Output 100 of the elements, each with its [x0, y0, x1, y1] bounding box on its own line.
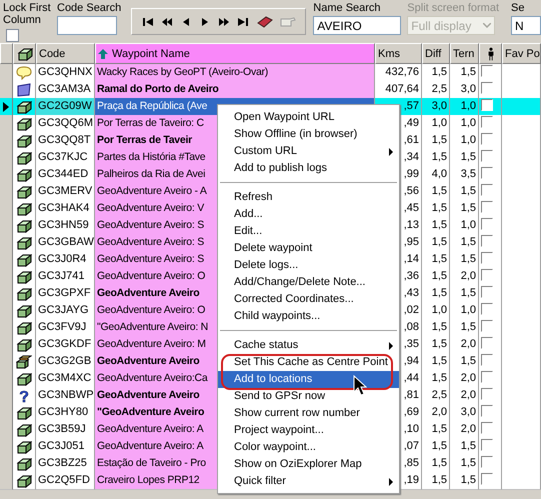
column-header[interactable]: Code [36, 43, 95, 64]
box-icon [16, 202, 32, 216]
last-icon[interactable] [237, 16, 250, 26]
code-search-label: Code Search [57, 2, 122, 14]
table-cell: 3,0 [450, 81, 479, 99]
submenu-arrow-icon [389, 148, 393, 156]
table-cell: 3,5 [450, 166, 479, 184]
box-icon [16, 236, 32, 250]
table-cell: GC3GKDF [36, 336, 95, 354]
submenu-arrow-icon [389, 478, 393, 486]
table-cell: 3,0 [450, 404, 479, 422]
table-cell: 3,0 [422, 98, 450, 116]
box-icon [16, 270, 32, 284]
box-icon [16, 440, 32, 454]
pointing-hand-icon[interactable] [280, 16, 296, 28]
box-icon [16, 168, 32, 182]
table-cell: 1,5 [422, 251, 450, 269]
table-cell: 1,0 [422, 115, 450, 133]
table-cell: GC3GPXF [36, 285, 95, 303]
column-header[interactable]: Tern [450, 43, 479, 64]
table-cell: GC3B59J [36, 421, 95, 439]
column-header[interactable]: Fav Po [502, 43, 541, 64]
table-cell: 2,0 [450, 421, 479, 439]
lock-column-checkbox[interactable] [6, 29, 19, 42]
table-cell: GC3G2GB [36, 353, 95, 371]
box-icon [16, 150, 32, 164]
table-cell: 2,5 [422, 387, 450, 405]
input-field[interactable]: N [511, 16, 541, 35]
table-cell: 1,5 [422, 132, 450, 150]
table-cell: GC3J741 [36, 268, 95, 286]
table-cell: 1,5 [422, 353, 450, 371]
table-cell: Wacky Races by GeoPT (Aveiro-Ovar) [95, 64, 375, 82]
table-cell: GC3J0R4 [36, 251, 95, 269]
table-cell: GC3QHNX [36, 64, 95, 82]
table-cell: 407,64 [375, 81, 422, 99]
box-icon [16, 134, 32, 148]
table-cell: 1,5 [422, 183, 450, 201]
fast-forward-icon[interactable] [218, 16, 230, 26]
field-label: Se [511, 2, 526, 14]
header-cell[interactable] [479, 43, 502, 64]
lock-column-label: Lock First Column [3, 2, 52, 26]
table-cell: GC3HY80 [36, 404, 95, 422]
table-cell: 1,0 [450, 98, 479, 116]
submenu-arrow-icon [389, 342, 393, 350]
table-cell: 2,0 [450, 268, 479, 286]
table-cell: 1,5 [422, 217, 450, 235]
column-header[interactable]: Diff [422, 43, 450, 64]
table-cell: 1,5 [450, 438, 479, 456]
table-cell: GC3NBWP [36, 387, 95, 405]
table-cell: GC344ED [36, 166, 95, 184]
table-cell: 1,5 [422, 234, 450, 252]
column-header[interactable]: Kms [375, 43, 422, 64]
code-search-field[interactable] [57, 16, 117, 35]
table-cell: 1,5 [450, 64, 479, 82]
table-cell: 1,5 [450, 455, 479, 473]
box-icon [16, 184, 32, 198]
table-cell: 1,0 [450, 302, 479, 320]
name-search-field[interactable]: AVEIRO [313, 16, 402, 35]
box-icon [16, 474, 32, 488]
column-header[interactable]: Waypoint Name [95, 43, 375, 64]
table-cell: 1,5 [422, 455, 450, 473]
table-cell: 1,5 [450, 319, 479, 337]
table-cell: 1,5 [422, 370, 450, 388]
table-cell: GC3QQ8T [36, 132, 95, 150]
first-icon[interactable] [142, 16, 154, 26]
cursor-icon [353, 375, 367, 397]
box-icon [16, 218, 32, 232]
stacked-boxes-icon [16, 354, 32, 368]
table-cell: GC3JAYG [36, 302, 95, 320]
checkbox[interactable] [481, 99, 493, 111]
table-cell: 1,5 [422, 285, 450, 303]
menu-item[interactable]: Add to locations [218, 371, 399, 388]
table-cell: 1,5 [422, 421, 450, 439]
table-cell: GC3M4XC [36, 370, 95, 388]
table-cell: 1,0 [422, 302, 450, 320]
table-cell: GC3AM3A [36, 81, 95, 99]
table-cell: GC3HN59 [36, 217, 95, 235]
table-cell: 1,5 [422, 149, 450, 167]
box-icon [16, 372, 32, 386]
table-cell: GC3QQ6M [36, 115, 95, 133]
table-cell: 1,5 [450, 251, 479, 269]
box-icon [16, 286, 32, 300]
table-cell: 1,5 [450, 472, 479, 490]
table-cell: 1,5 [422, 438, 450, 456]
table-cell: 1,5 [422, 319, 450, 337]
table-cell: Ramal do Porto de Aveiro [95, 81, 375, 99]
person-icon [486, 46, 494, 60]
table-cell: 1,5 [422, 200, 450, 218]
table-cell: 2,5 [422, 81, 450, 99]
header-cell[interactable] [13, 43, 36, 64]
table-cell: 1,5 [450, 149, 479, 167]
table-cell: GC3BZ25 [36, 455, 95, 473]
box-icon [16, 46, 32, 60]
box-icon [16, 406, 32, 420]
table-cell: GC3MERV [36, 183, 95, 201]
eraser-icon[interactable] [256, 16, 273, 28]
box-icon [16, 304, 32, 318]
table-cell: GC3GBAW [36, 234, 95, 252]
rewind-icon[interactable] [160, 16, 173, 26]
table-cell: 1,5 [450, 183, 479, 201]
